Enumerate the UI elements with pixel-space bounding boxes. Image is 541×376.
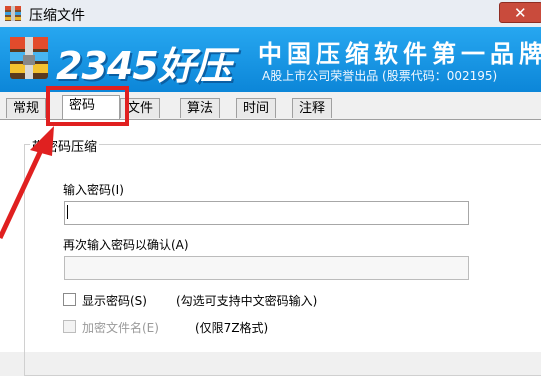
annotation-arrow [0,126,54,240]
